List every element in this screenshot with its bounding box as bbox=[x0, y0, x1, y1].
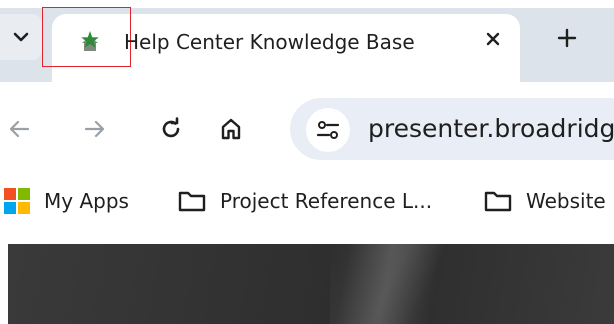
favicon-highlight-box bbox=[42, 7, 131, 67]
tab-close-button[interactable] bbox=[480, 28, 506, 54]
folder-icon bbox=[484, 190, 512, 212]
bookmark-my-apps[interactable]: My Apps bbox=[4, 186, 129, 216]
site-info-button[interactable] bbox=[306, 108, 350, 152]
home-icon bbox=[221, 118, 241, 140]
reload-icon bbox=[162, 117, 180, 138]
reload-button[interactable] bbox=[156, 114, 186, 144]
bookmark-label: Website bbox=[526, 189, 606, 213]
arrow-left-icon bbox=[9, 120, 30, 138]
bookmark-folder-project-reference[interactable]: Project Reference L... bbox=[178, 186, 432, 216]
bookmark-label: My Apps bbox=[44, 189, 129, 213]
tab-title: Help Center Knowledge Base bbox=[124, 30, 415, 54]
home-button[interactable] bbox=[216, 114, 246, 144]
new-tab-button[interactable] bbox=[552, 24, 582, 54]
arrow-right-icon bbox=[84, 120, 105, 138]
forward-button[interactable] bbox=[80, 114, 110, 144]
back-button[interactable] bbox=[4, 114, 34, 144]
plus-icon bbox=[557, 28, 577, 48]
close-icon bbox=[486, 32, 500, 46]
tab-search-button[interactable] bbox=[0, 14, 42, 60]
apps-grid-icon bbox=[4, 188, 30, 214]
hero-banner-shine bbox=[330, 244, 490, 324]
url-text[interactable]: presenter.broadridg bbox=[368, 114, 614, 143]
bookmark-folder-website[interactable]: Website bbox=[484, 186, 606, 216]
chevron-down-icon bbox=[13, 32, 29, 42]
hero-banner bbox=[8, 244, 614, 324]
folder-icon bbox=[178, 190, 206, 212]
tune-icon bbox=[316, 121, 340, 139]
bookmark-label: Project Reference L... bbox=[220, 189, 433, 213]
